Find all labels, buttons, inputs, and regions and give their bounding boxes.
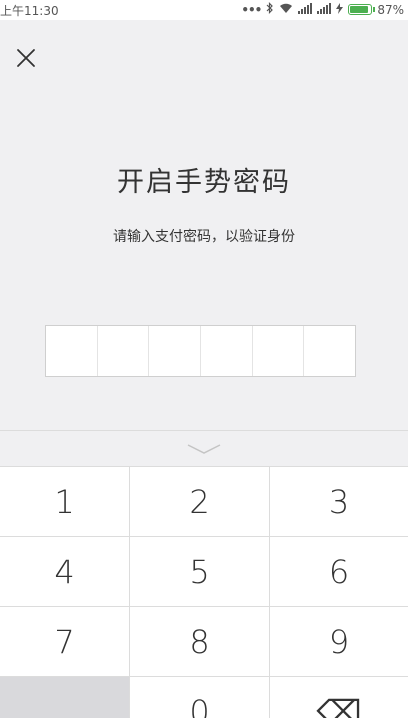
battery-percent: 87% [377,2,404,17]
key-1[interactable]: 1 [0,467,130,537]
key-3[interactable]: 3 [270,467,408,537]
bluetooth-icon [266,2,274,17]
pin-input[interactable] [45,325,356,377]
pin-cell [304,326,355,376]
key-4[interactable]: 4 [0,537,130,607]
status-bar: 上午11:30 ••• 87% [0,0,408,20]
page-title: 开启手势密码 [117,167,291,198]
status-icons: ••• 87% [241,2,404,17]
key-2[interactable]: 2 [130,467,270,537]
key-7[interactable]: 7 [0,607,130,677]
key-blank [0,677,130,718]
keyboard-collapse-button[interactable] [0,430,408,466]
pin-cell [98,326,150,376]
key-9[interactable]: 9 [270,607,408,677]
page-subtitle: 请输入支付密码，以验证身份 [113,229,295,245]
numeric-keypad: 1 2 3 4 5 6 7 8 9 0 ⌫ [0,466,408,718]
key-0[interactable]: 0 [130,677,270,718]
key-5[interactable]: 5 [130,537,270,607]
battery-fill [350,6,368,13]
pin-cell [201,326,253,376]
key-6[interactable]: 6 [270,537,408,607]
chevron-down-icon [187,443,221,454]
pin-cell [149,326,202,376]
signal-icon-1 [298,2,313,17]
battery-icon [348,4,376,15]
status-time: 上午11:30 [0,4,59,18]
charging-icon [336,2,344,17]
pin-cell [253,326,305,376]
signal-icon-2 [317,2,332,17]
close-icon [17,49,35,67]
close-button[interactable] [12,44,40,72]
pin-cell [46,326,98,376]
wifi-icon [279,3,293,17]
key-8[interactable]: 8 [130,607,270,677]
more-dots: ••• [241,2,262,17]
delete-button[interactable]: ⌫ [270,677,408,718]
